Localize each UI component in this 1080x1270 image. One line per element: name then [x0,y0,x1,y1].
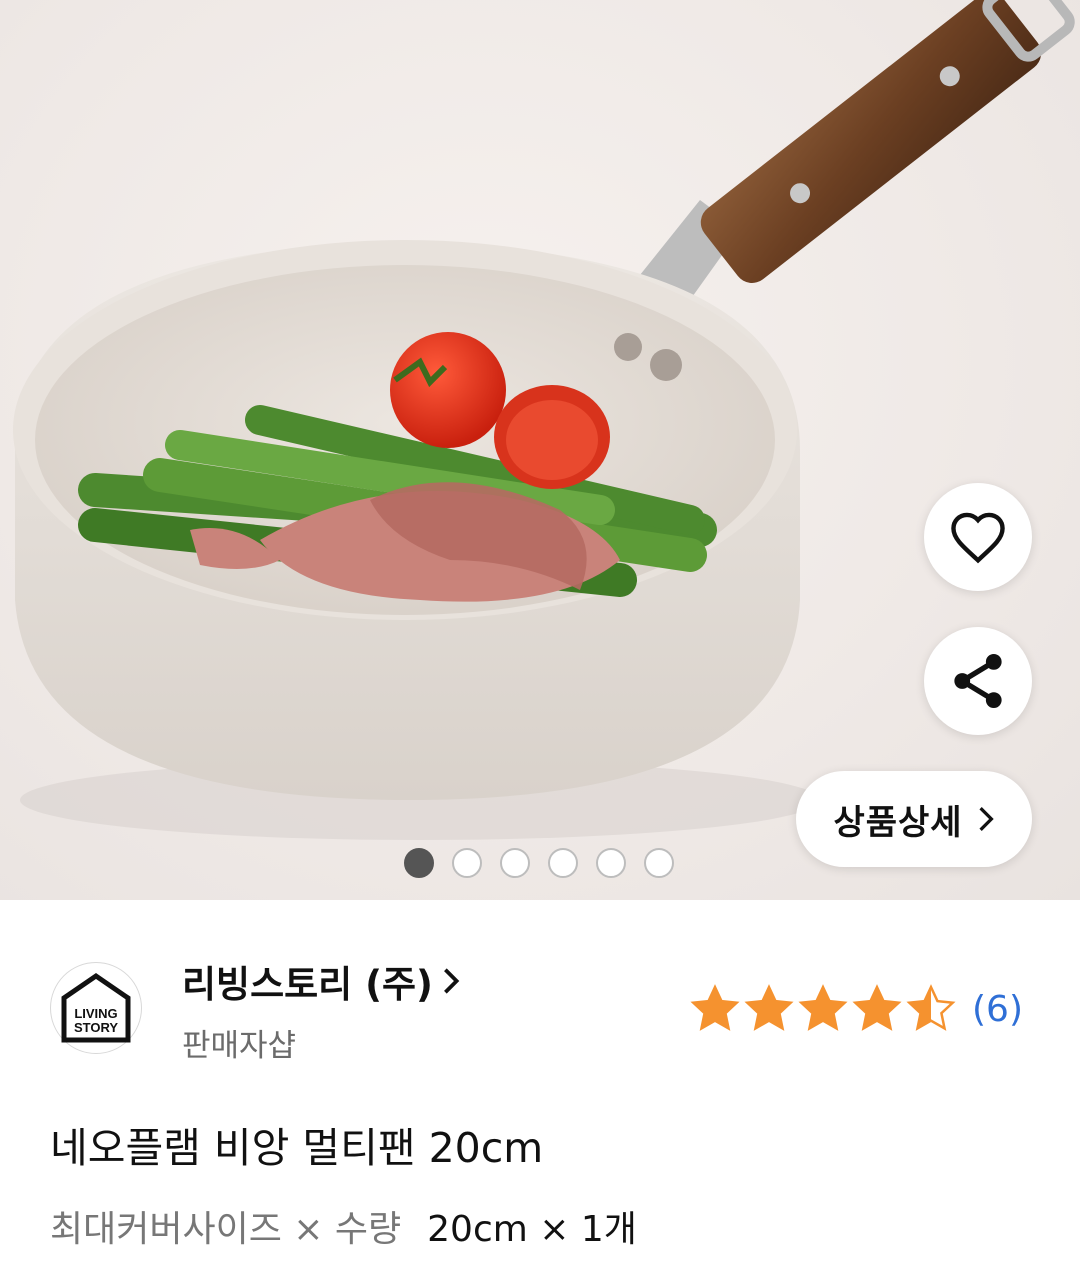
option-label: 최대커버사이즈 × 수량 [50,1209,402,1250]
seller-logo[interactable]: LIVING STORY [50,962,142,1054]
living-story-logo: LIVING STORY [61,972,131,1043]
option-value: 20cm × 1개 [427,1209,637,1250]
pagination-dot[interactable] [548,848,578,878]
logo-line1: LIVING [74,1006,117,1021]
seller-info: LIVING STORY 리빙스토리 (주) 판매자샵 (6) [0,940,1080,1080]
seller-name-link[interactable]: 리빙스토리 (주) [182,954,461,1008]
star-icon [852,984,902,1031]
product-detail-button[interactable]: 상품상세 [796,771,1032,867]
heart-outline-icon [951,512,1005,564]
product-title: 네오플램 비앙 멀티팬 20cm [50,1124,544,1172]
pagination-dot[interactable] [452,848,482,878]
star-icon [798,984,848,1031]
seller-name: 리빙스토리 (주) [182,963,433,1006]
pagination-dot[interactable] [404,848,434,878]
review-count[interactable]: (6) [972,989,1023,1030]
product-image-carousel[interactable]: 상품상세 [0,0,1080,900]
star-icon [744,984,794,1031]
rating-stars[interactable]: (6) [690,984,1023,1034]
carousel-pagination [404,848,674,878]
product-detail-label: 상품상세 [833,802,963,843]
chevron-right-icon [979,807,994,831]
pagination-dot[interactable] [500,848,530,878]
chevron-right-icon [444,968,460,994]
pagination-dot[interactable] [596,848,626,878]
star-icon [906,984,956,1031]
logo-line2: STORY [74,1020,118,1035]
share-button[interactable] [924,627,1032,735]
product-image[interactable] [0,0,1080,900]
selected-option: 최대커버사이즈 × 수량 20cm × 1개 [50,1200,637,1252]
seller-shop-label: 판매자샵 [182,1028,297,1064]
like-button[interactable] [924,483,1032,591]
star-rating [690,984,956,1034]
pagination-dot[interactable] [644,848,674,878]
star-icon [690,984,740,1031]
share-icon [954,654,1002,708]
